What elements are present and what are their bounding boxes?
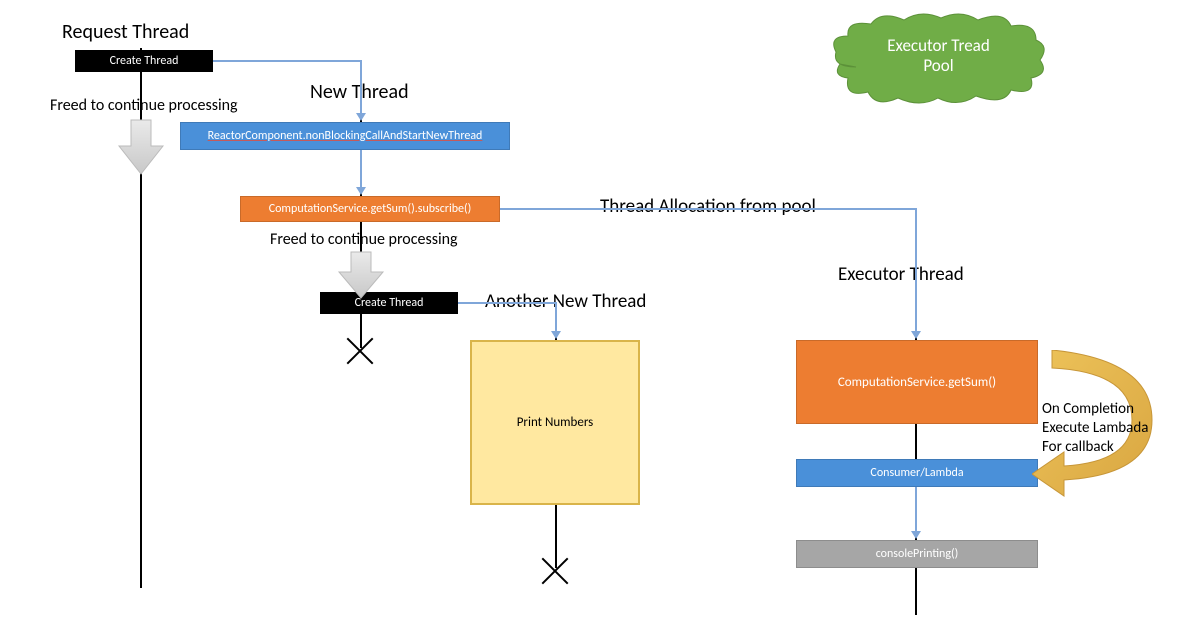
conn-1-v: [360, 60, 362, 114]
console-printing-text: consolePrinting(): [876, 547, 959, 561]
conn-4-v: [915, 208, 917, 332]
consumer-lambda-text: Consumer/Lambda: [870, 466, 963, 480]
freed-label-1: Freed to continue processing: [50, 96, 238, 115]
conn-2-head: [356, 187, 366, 195]
consumer-lambda-box: Consumer/Lambda: [796, 459, 1038, 487]
conn-5-v: [915, 487, 917, 532]
conn-3-head: [551, 331, 561, 339]
create-thread-box-1: Create Thread: [75, 50, 213, 72]
computation-subscribe-text: ComputationService.getSum().subscribe(): [269, 202, 472, 216]
computation-getsum-text: ComputationService.getSum(): [838, 375, 996, 390]
conn-1-head: [356, 113, 366, 121]
cloud-line1: Executor Tread: [887, 35, 990, 56]
thread-pool-cloud: Executor Tread Pool: [826, 12, 1051, 112]
conn-4-head: [911, 331, 921, 339]
print-numbers-text: Print Numbers: [517, 415, 594, 430]
executor-thread-label: Executor Thread: [838, 263, 964, 286]
computation-getsum-box: ComputationService.getSum(): [796, 340, 1038, 424]
reactor-component-text: ReactorComponent.nonBlockingCallAndStart…: [208, 129, 483, 143]
conn-4-h: [500, 208, 916, 210]
conn-1-h: [213, 60, 361, 62]
freed-label-2: Freed to continue processing: [270, 230, 458, 249]
conn-2-v: [360, 150, 362, 188]
console-printing-box: consolePrinting(): [796, 540, 1038, 568]
conn-3-h: [458, 302, 555, 304]
cloud-line2: Pool: [923, 55, 953, 76]
request-thread-label: Request Thread: [62, 20, 189, 44]
conn-3-v: [555, 302, 557, 332]
freed-arrow-1: [117, 118, 165, 183]
create-thread-text-1: Create Thread: [110, 54, 179, 68]
print-numbers-box: Print Numbers: [470, 340, 640, 505]
lifeline-cross-2: [537, 552, 573, 588]
conn-5-head: [911, 531, 921, 539]
freed-arrow-2: [337, 250, 385, 307]
on-completion-note: On Completion Execute Lambada For callba…: [1042, 400, 1148, 456]
thread-allocation-label: Thread Allocation from pool: [600, 195, 816, 218]
lifeline-cross-1: [342, 332, 378, 368]
reactor-component-box: ReactorComponent.nonBlockingCallAndStart…: [180, 122, 510, 150]
computation-subscribe-box: ComputationService.getSum().subscribe(): [240, 196, 500, 222]
